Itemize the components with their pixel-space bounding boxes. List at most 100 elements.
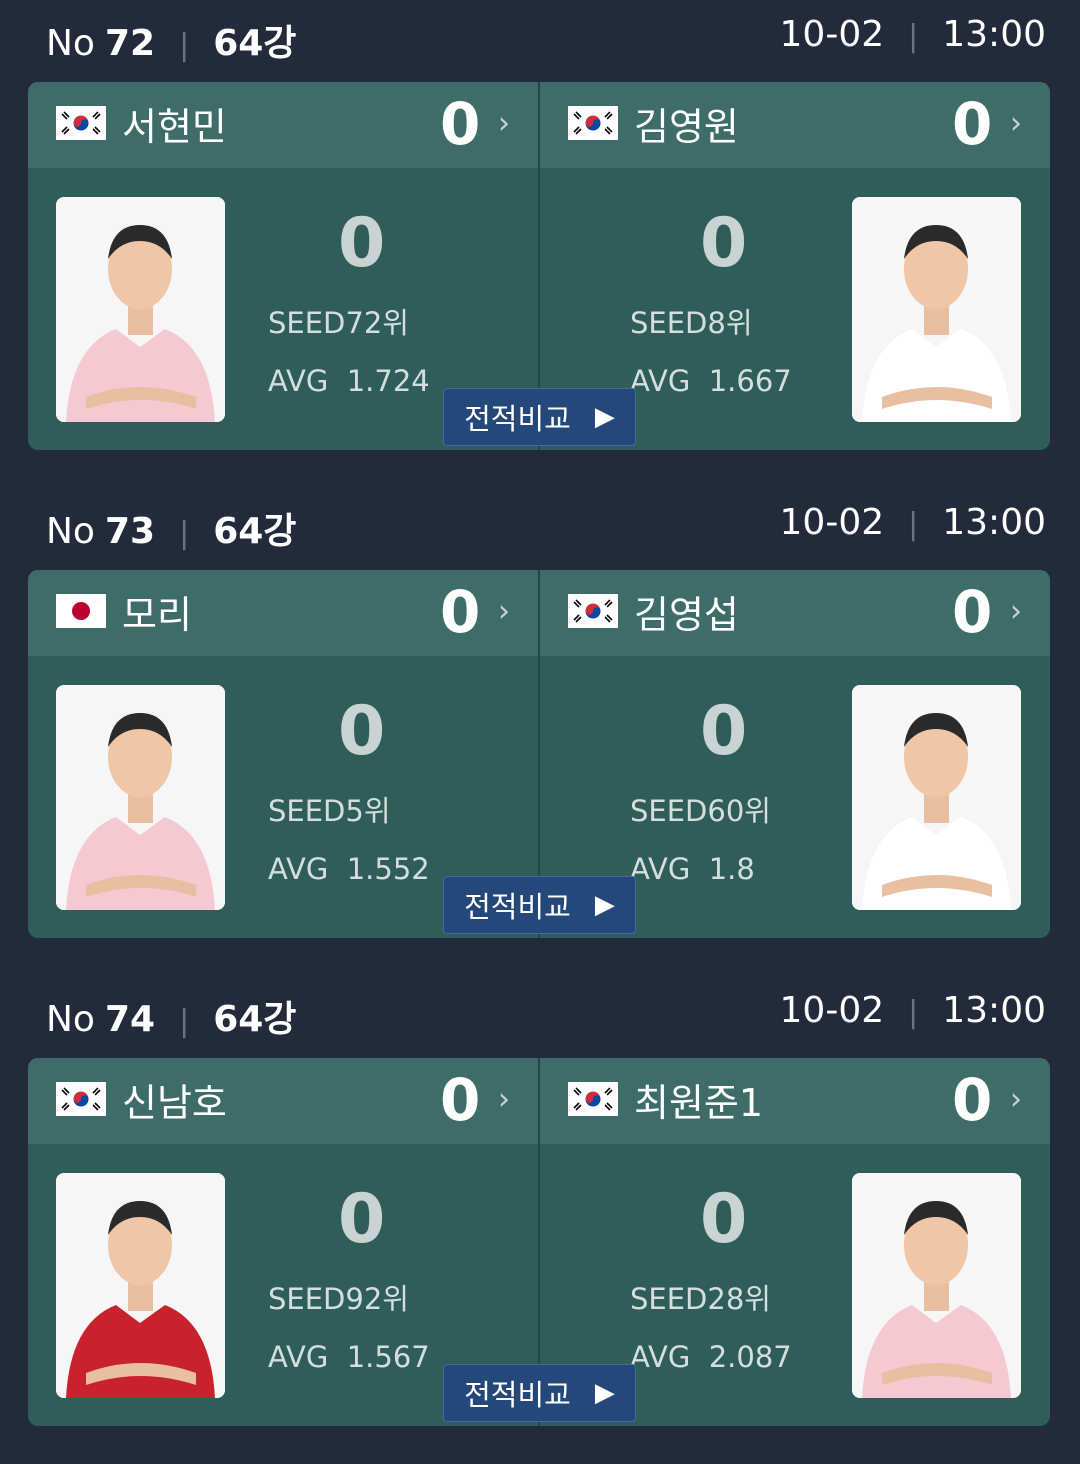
player-photo-right[interactable] (852, 685, 1021, 910)
avg-value: 1.667 (708, 364, 792, 398)
separator: | (179, 516, 190, 551)
player-bar-right[interactable]: 최원준1 0 › (540, 1058, 1050, 1144)
avg-label: AVG (268, 852, 329, 886)
separator: | (908, 19, 919, 54)
avg-value: 1.567 (346, 1340, 430, 1374)
game-score-left: 0 (338, 1180, 386, 1259)
player-bar-left[interactable]: 서현민 0 › (28, 82, 538, 168)
match-time: 13:00 (942, 990, 1046, 1031)
game-score-right: 0 (700, 204, 748, 283)
match-item: No 73 | 64강 10-02 | 13:00 모리 0 › 김영섭 0 ›… (0, 488, 1080, 976)
player-photo-left[interactable] (56, 197, 225, 422)
avg-label: AVG (630, 1340, 691, 1374)
avg-value: 1.8 (708, 852, 755, 886)
match-item: No 74 | 64강 10-02 | 13:00 신남호 0 › 최원준1 0 (0, 976, 1080, 1464)
avg-label: AVG (630, 364, 691, 398)
match-card: 신남호 0 › 최원준1 0 › 0 0 SEED92위 SEED28위 AVG… (28, 1058, 1050, 1426)
flag-icon (568, 594, 618, 628)
flag-icon (56, 594, 106, 628)
chevron-right-icon: › (498, 1082, 510, 1117)
player-name: 김영섭 (634, 593, 739, 637)
match-time: 13:00 (942, 502, 1046, 543)
player-photo-right[interactable] (852, 1173, 1021, 1398)
seed-right: SEED28위 (630, 1282, 771, 1316)
player-photo-left[interactable] (56, 1173, 225, 1398)
game-score-right: 0 (700, 692, 748, 771)
match-header: No 72 | 64강 10-02 | 13:00 (0, 0, 1080, 70)
match-header: No 73 | 64강 10-02 | 13:00 (0, 488, 1080, 558)
match-header: No 74 | 64강 10-02 | 13:00 (0, 976, 1080, 1046)
round-label: 64강 (213, 511, 297, 552)
compare-button-label: 전적비교 (464, 402, 571, 436)
avg-value: 1.552 (346, 852, 430, 886)
chevron-right-icon: › (498, 106, 510, 141)
flag-icon (568, 1082, 618, 1116)
seed-left: SEED5위 (268, 794, 391, 828)
round-label: 64강 (213, 999, 297, 1040)
player-set-score: 0 (440, 1066, 481, 1134)
play-icon: ▶ (594, 402, 615, 432)
chevron-right-icon: › (1010, 106, 1022, 141)
compare-button[interactable]: 전적비교 ▶ (443, 876, 636, 934)
avg-right: AVG 1.8 (630, 852, 755, 886)
round-label: 64강 (213, 23, 297, 64)
avg-value: 1.724 (346, 364, 430, 398)
chevron-right-icon: › (1010, 594, 1022, 629)
match-list: No 72 | 64강 10-02 | 13:00 서현민 0 › 김영원 0 (0, 0, 1080, 1464)
play-icon: ▶ (594, 1378, 615, 1408)
match-no-label: No (46, 511, 95, 552)
player-name: 최원준1 (634, 1081, 764, 1125)
compare-button[interactable]: 전적비교 ▶ (443, 388, 636, 446)
seed-right: SEED60위 (630, 794, 771, 828)
match-date: 10-02 (779, 14, 885, 55)
avg-label: AVG (268, 364, 329, 398)
player-name: 모리 (122, 593, 192, 637)
match-time: 13:00 (942, 14, 1046, 55)
match-no-label: No (46, 999, 95, 1040)
chevron-right-icon: › (1010, 1082, 1022, 1117)
game-score-left: 0 (338, 204, 386, 283)
avg-label: AVG (630, 852, 691, 886)
seed-left: SEED72위 (268, 306, 409, 340)
avg-left: AVG 1.552 (268, 852, 430, 886)
game-score-right: 0 (700, 1180, 748, 1259)
seed-left: SEED92위 (268, 1282, 409, 1316)
avg-label: AVG (268, 1340, 329, 1374)
separator: | (908, 507, 919, 542)
compare-button[interactable]: 전적비교 ▶ (443, 1364, 636, 1422)
player-bar-left[interactable]: 신남호 0 › (28, 1058, 538, 1144)
match-number: 72 (104, 23, 156, 64)
player-photo-left[interactable] (56, 685, 225, 910)
player-bar-right[interactable]: 김영원 0 › (540, 82, 1050, 168)
match-date: 10-02 (779, 990, 885, 1031)
avg-value: 2.087 (708, 1340, 792, 1374)
player-photo-right[interactable] (852, 197, 1021, 422)
player-name: 김영원 (634, 105, 739, 149)
separator: | (908, 995, 919, 1030)
player-bar-left[interactable]: 모리 0 › (28, 570, 538, 656)
player-set-score: 0 (952, 1066, 993, 1134)
player-set-score: 0 (952, 578, 993, 646)
match-number: 73 (104, 511, 156, 552)
flag-icon (56, 106, 106, 140)
flag-icon (56, 1082, 106, 1116)
avg-right: AVG 1.667 (630, 364, 792, 398)
player-set-score: 0 (440, 578, 481, 646)
player-set-score: 0 (952, 90, 993, 158)
match-item: No 72 | 64강 10-02 | 13:00 서현민 0 › 김영원 0 (0, 0, 1080, 488)
game-score-left: 0 (338, 692, 386, 771)
match-date: 10-02 (779, 502, 885, 543)
match-number: 74 (104, 999, 156, 1040)
seed-right: SEED8위 (630, 306, 753, 340)
compare-button-label: 전적비교 (464, 890, 571, 924)
avg-left: AVG 1.724 (268, 364, 430, 398)
match-card: 모리 0 › 김영섭 0 › 0 0 SEED5위 SEED60위 AVG 1.… (28, 570, 1050, 938)
player-bar-right[interactable]: 김영섭 0 › (540, 570, 1050, 656)
match-no-label: No (46, 23, 95, 64)
play-icon: ▶ (594, 890, 615, 920)
avg-right: AVG 2.087 (630, 1340, 792, 1374)
player-set-score: 0 (440, 90, 481, 158)
separator: | (179, 28, 190, 63)
separator: | (179, 1004, 190, 1039)
match-card: 서현민 0 › 김영원 0 › 0 0 SEED72위 SEED8위 AVG 1… (28, 82, 1050, 450)
